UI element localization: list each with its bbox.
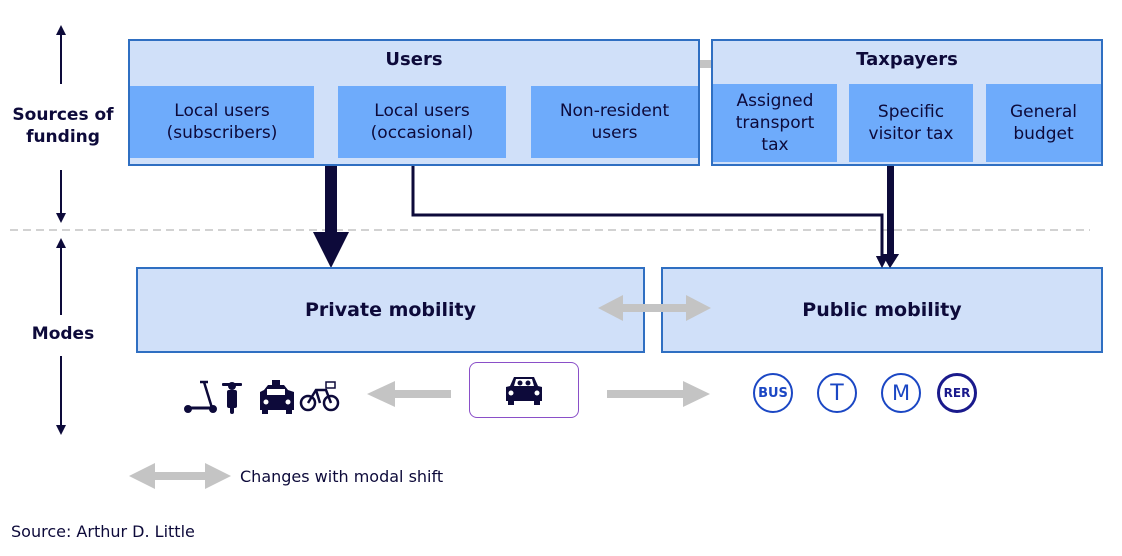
occasional-to-public-arrow: [411, 164, 884, 258]
legend-shift-arrow: [129, 463, 231, 489]
bicycle-icon: [299, 381, 340, 412]
users-local-occasional: Local users (occasional): [338, 86, 506, 158]
kick-scooter-icon: [184, 380, 217, 413]
car-to-public-arrow: [607, 381, 710, 407]
rer-icon: RER: [937, 373, 977, 413]
taxpayers-general-budget: General budget: [986, 84, 1101, 162]
users-local-subscribers: Local users (subscribers): [130, 86, 314, 158]
bus-icon-label: BUS: [758, 385, 788, 401]
moped-icon: [222, 382, 242, 414]
tram-icon: T: [817, 373, 857, 413]
taxpayers-assigned-transport-tax: Assigned transport tax: [713, 84, 837, 162]
taxi-icon: [260, 380, 294, 414]
metro-icon: M: [881, 373, 921, 413]
subscribers-to-private-arrow-shaft: [325, 164, 337, 234]
private-mobility-box: Private mobility: [136, 267, 645, 353]
taxpayers-specific-visitor-tax: Specific visitor tax: [849, 84, 973, 162]
users-non-resident: Non-resident users: [531, 86, 698, 158]
rer-icon-label: RER: [943, 386, 971, 400]
private-mode-icons: [184, 380, 340, 414]
car-icon: [506, 377, 542, 405]
tram-icon-label: T: [830, 380, 844, 406]
public-mobility-box: Public mobility: [661, 267, 1103, 353]
taxpayers-title: Taxpayers: [856, 49, 958, 70]
legend-label: Changes with modal shift: [240, 467, 444, 486]
car-to-private-arrow: [367, 381, 451, 407]
subscribers-to-private-arrow-head: [313, 232, 349, 268]
visitor-tax-to-public-arrow-shaft: [887, 164, 894, 258]
car-box: [469, 362, 579, 418]
sources-of-funding-label: Sources of funding: [12, 105, 114, 147]
users-title: Users: [385, 49, 443, 70]
source-note: Source: Arthur D. Little: [11, 522, 195, 541]
bus-icon: BUS: [753, 373, 793, 413]
modes-label: Modes: [31, 324, 95, 344]
metro-icon-label: M: [891, 381, 911, 405]
